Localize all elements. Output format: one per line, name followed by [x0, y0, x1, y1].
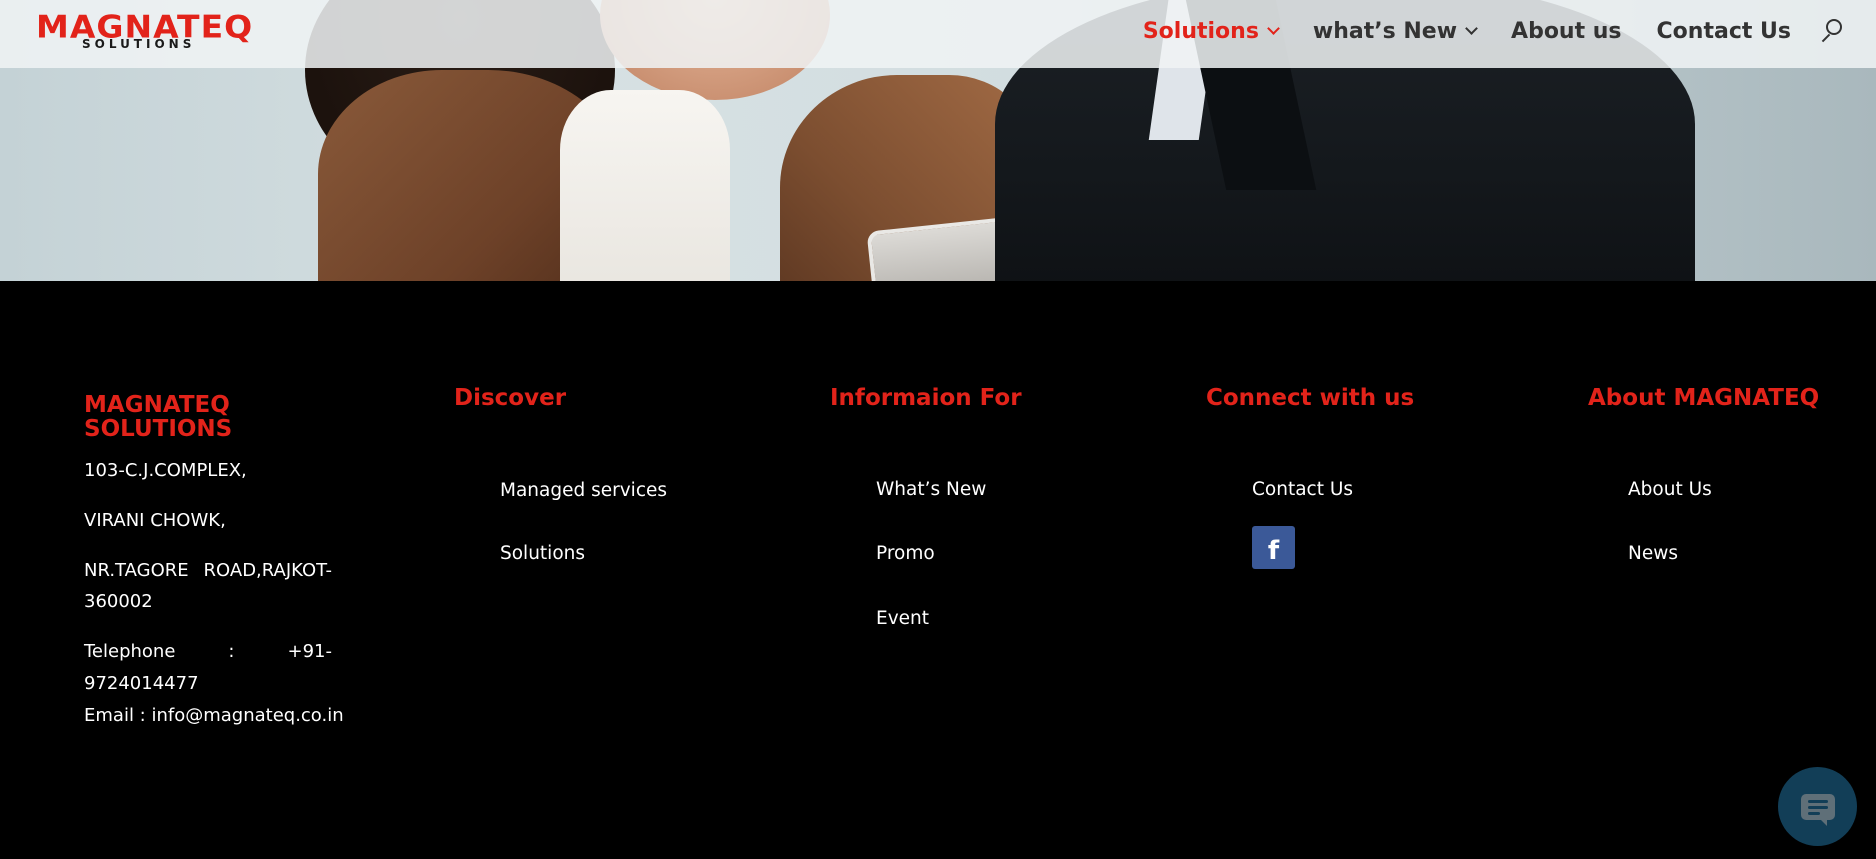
address-line-4: 360002: [84, 591, 153, 612]
chevron-down-icon: [1465, 22, 1478, 35]
chat-button[interactable]: [1778, 767, 1857, 846]
address-line-3-b: ROAD,RAJKOT-: [203, 560, 332, 581]
connect-title: Connect with us: [1206, 385, 1415, 411]
search-icon[interactable]: [1820, 18, 1846, 44]
footer-information: Informaion For What’s New Promo Event: [830, 385, 1022, 629]
footer-discover: Discover Managed services Solutions: [454, 385, 667, 564]
email-line[interactable]: Email : info@magnateq.co.in: [84, 700, 344, 731]
nav-contact-us-label: Contact Us: [1656, 18, 1791, 44]
telephone-label: Telephone: [84, 641, 176, 662]
site-header: MAGNATEQ SOLUTIONS Solutions what’s New …: [0, 0, 1876, 68]
nav-whats-new[interactable]: what’s New: [1312, 18, 1478, 44]
chevron-down-icon: [1267, 22, 1280, 35]
nav-about-us[interactable]: About us: [1511, 19, 1621, 44]
logo-subtitle: SOLUTIONS: [82, 37, 196, 51]
footer-link-event[interactable]: Event: [876, 608, 929, 629]
information-title: Informaion For: [830, 385, 1022, 411]
footer-link-contact-us[interactable]: Contact Us: [1252, 479, 1353, 500]
main-nav: Solutions what’s New About us Contact Us: [1143, 0, 1876, 62]
about-title: About MAGNATEQ: [1588, 385, 1820, 411]
telephone-separator: :: [228, 641, 235, 662]
nav-solutions[interactable]: Solutions: [1142, 18, 1280, 44]
nav-solutions-label: Solutions: [1142, 18, 1259, 44]
footer-link-managed-services[interactable]: Managed services: [500, 480, 667, 501]
company-title: MAGNATEQ SOLUTIONS: [84, 392, 233, 442]
footer-link-about-us[interactable]: About Us: [1628, 479, 1712, 500]
address-line-3-a: NR.TAGORE: [84, 560, 189, 581]
telephone-line: Telephone : +91-: [84, 636, 332, 667]
footer-link-solutions[interactable]: Solutions: [500, 543, 585, 564]
discover-title: Discover: [454, 385, 567, 411]
footer-about: About MAGNATEQ About Us News: [1588, 385, 1820, 564]
facebook-icon[interactable]: f: [1252, 526, 1295, 569]
footer-link-news[interactable]: News: [1628, 543, 1678, 564]
logo[interactable]: MAGNATEQ SOLUTIONS: [36, 10, 252, 52]
nav-whats-new-label: what’s New: [1312, 18, 1458, 44]
address-line-1: 103-C.J.COMPLEX,: [84, 460, 247, 481]
footer-link-whats-new[interactable]: What’s New: [876, 479, 986, 500]
hero-photo-blouse: [560, 90, 730, 281]
address-line-2: VIRANI CHOWK,: [84, 510, 226, 531]
nav-contact-us[interactable]: Contact Us: [1657, 19, 1791, 44]
footer-company: MAGNATEQ SOLUTIONS 103-C.J.COMPLEX, VIRA…: [84, 392, 344, 726]
telephone-prefix: +91-: [287, 641, 332, 662]
site-footer: MAGNATEQ SOLUTIONS 103-C.J.COMPLEX, VIRA…: [0, 281, 1876, 859]
footer-link-promo[interactable]: Promo: [876, 543, 935, 564]
telephone-number[interactable]: 9724014477: [84, 668, 199, 699]
footer-connect: Connect with us Contact Us f: [1206, 385, 1415, 569]
address-line-3: NR.TAGORE ROAD,RAJKOT-: [84, 555, 332, 586]
chat-icon: [1800, 793, 1835, 826]
nav-about-us-label: About us: [1511, 18, 1622, 44]
